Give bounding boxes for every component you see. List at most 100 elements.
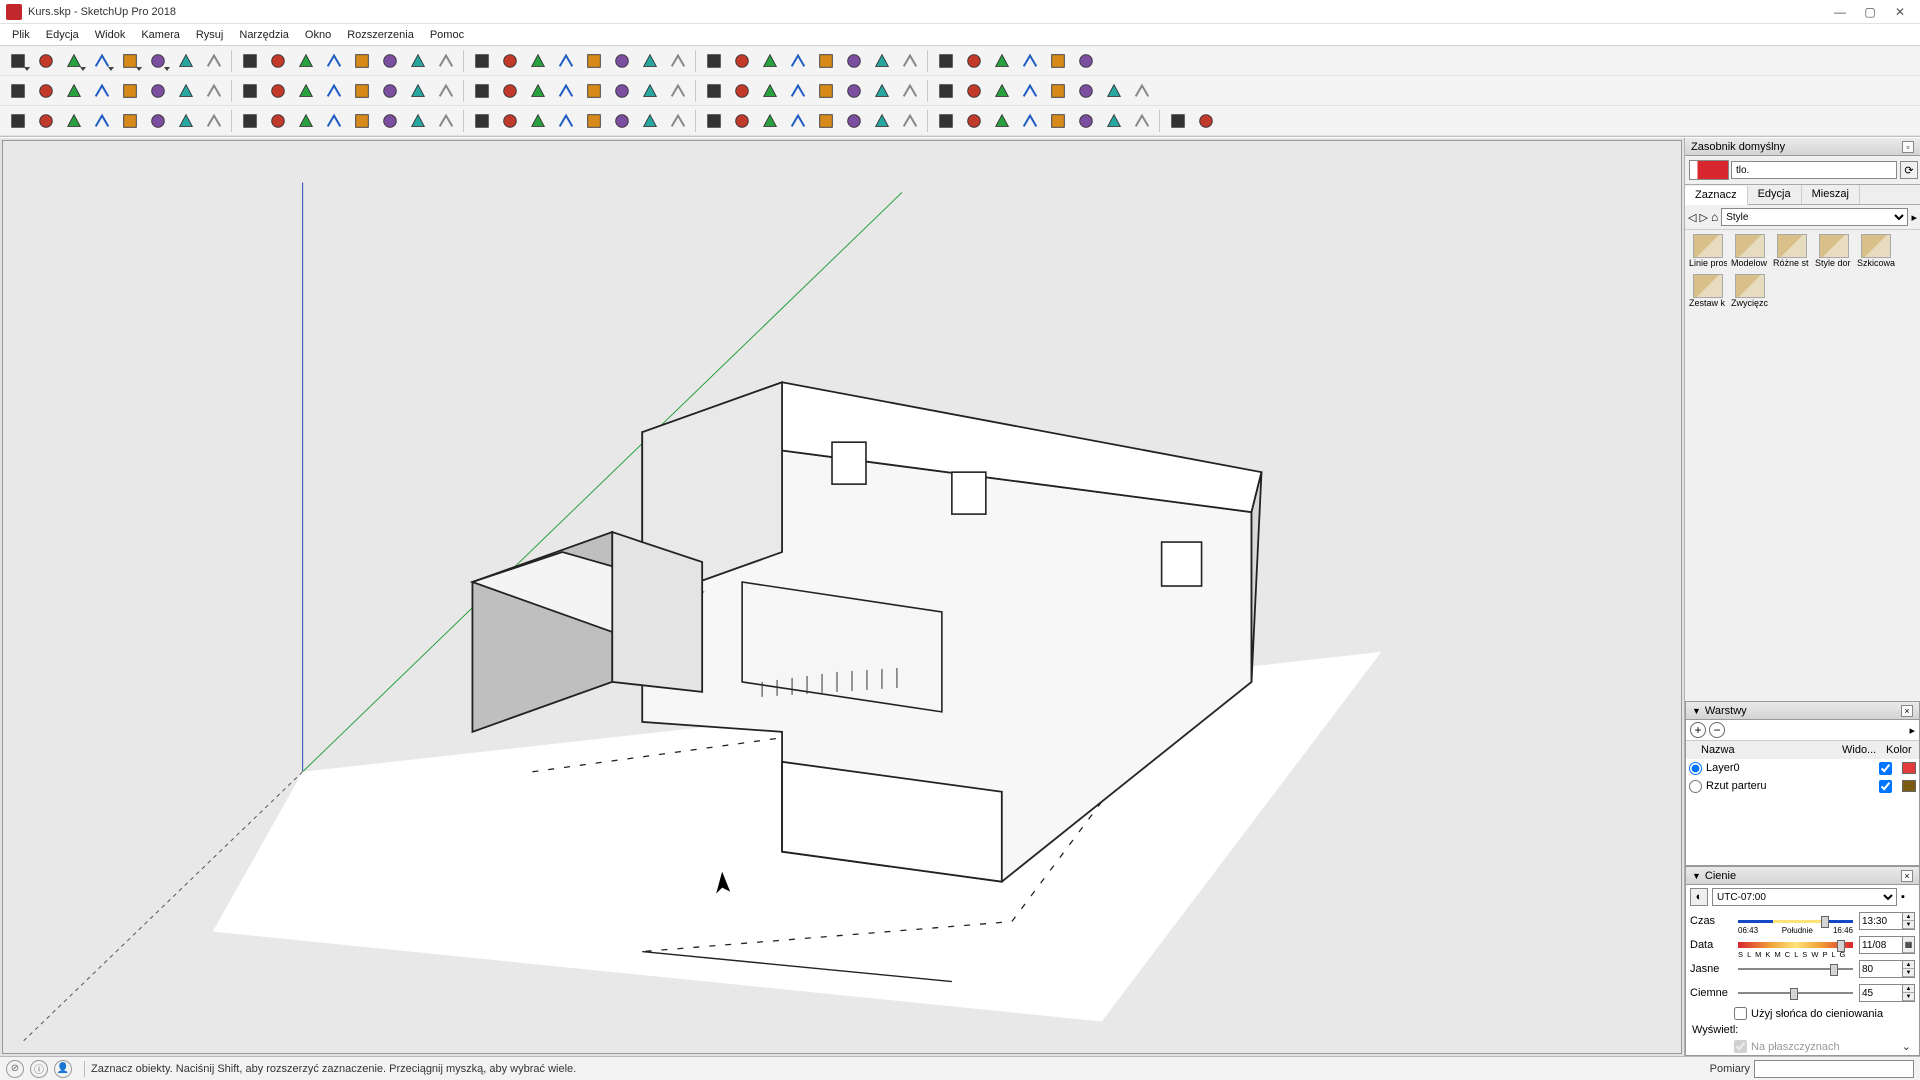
layer-visible-checkbox[interactable] [1879,780,1892,793]
toolbar-button[interactable] [497,78,523,104]
toolbar-button[interactable] [1073,78,1099,104]
toolbar-button[interactable] [145,78,171,104]
toolbar-button[interactable] [201,48,227,74]
toolbar-button[interactable] [469,78,495,104]
toolbar-button[interactable] [377,108,403,134]
col-color[interactable]: Kolor [1886,744,1916,756]
toolbar-button[interactable] [869,108,895,134]
style-thumb[interactable]: Zwycięzc [1731,274,1769,310]
light-slider[interactable] [1738,962,1853,976]
toolbar-button[interactable] [665,108,691,134]
toolbar-button[interactable] [785,108,811,134]
toolbar-button[interactable] [497,48,523,74]
toolbar-button[interactable] [349,108,375,134]
nav-fwd-icon[interactable]: ▷ [1699,211,1707,224]
light-value[interactable]: 80 [1859,960,1903,978]
toolbar-button[interactable] [89,108,115,134]
toolbar-button[interactable] [117,78,143,104]
toolbar-button[interactable] [581,108,607,134]
toolbar-button[interactable] [1017,78,1043,104]
toolbar-button[interactable] [869,78,895,104]
toolbar-button[interactable] [665,78,691,104]
toolbar-button[interactable] [321,108,347,134]
toolbar-button[interactable] [897,108,923,134]
toolbar-button[interactable] [497,108,523,134]
menu-plik[interactable]: Plik [4,27,38,43]
toolbar-button[interactable] [989,78,1015,104]
menu-rozszerzenia[interactable]: Rozszerzenia [339,27,422,43]
dark-spinner[interactable]: ▲▼ [1903,984,1915,1002]
toolbar-button[interactable] [609,78,635,104]
toolbar-button[interactable] [377,78,403,104]
toolbar-button[interactable] [33,48,59,74]
material-search-input[interactable] [1731,161,1897,179]
layer-visible-checkbox[interactable] [1879,762,1892,775]
user-status-icon[interactable]: 👤 [54,1060,72,1078]
toolbar-button[interactable] [933,48,959,74]
toolbar-button[interactable] [469,108,495,134]
toolbar-button[interactable] [581,48,607,74]
toolbar-button[interactable] [609,48,635,74]
layer-active-radio[interactable] [1689,762,1702,775]
toolbar-button[interactable] [525,108,551,134]
toolbar-button[interactable] [33,78,59,104]
toolbar-button[interactable] [237,108,263,134]
toolbar-button[interactable] [349,48,375,74]
style-category-select[interactable]: Style [1721,208,1908,226]
toolbar-button[interactable] [5,108,31,134]
measurements-input[interactable] [1754,1060,1914,1078]
tab-mix[interactable]: Mieszaj [1802,185,1860,204]
toolbar-button[interactable] [33,108,59,134]
tab-edit[interactable]: Edycja [1748,185,1802,204]
shadows-panel-header[interactable]: ▼Cienie × [1686,867,1919,885]
menu-okno[interactable]: Okno [297,27,339,43]
toolbar-button[interactable] [609,108,635,134]
toolbar-button[interactable] [1045,48,1071,74]
toolbar-button[interactable] [897,48,923,74]
toolbar-button[interactable] [553,108,579,134]
toolbar-button[interactable] [933,108,959,134]
toolbar-button[interactable] [757,48,783,74]
toolbar-button[interactable] [173,108,199,134]
toolbar-button[interactable] [469,48,495,74]
toolbar-button[interactable] [173,78,199,104]
layer-color-swatch[interactable] [1902,780,1916,792]
toolbar-button[interactable] [785,48,811,74]
close-button[interactable]: ✕ [1886,2,1914,22]
toolbar-button[interactable] [989,48,1015,74]
toolbar-button[interactable] [321,78,347,104]
toolbar-button[interactable] [61,108,87,134]
toolbar-button[interactable] [293,48,319,74]
shadow-toggle-icon[interactable]: ◐ [1690,888,1708,906]
toolbar-button[interactable] [729,78,755,104]
toolbar-button[interactable] [841,108,867,134]
toolbar-button[interactable] [553,48,579,74]
geo-status-icon[interactable]: ⊘ [6,1060,24,1078]
home-icon[interactable]: ⌂ [1711,210,1718,224]
toolbar-button[interactable] [349,78,375,104]
maximize-button[interactable]: ▢ [1856,2,1884,22]
shadow-menu-icon[interactable]: ▪ [1901,891,1915,903]
toolbar-button[interactable] [1073,48,1099,74]
toolbar-button[interactable] [377,48,403,74]
menu-rysuj[interactable]: Rysuj [188,27,232,43]
time-slider[interactable]: 06:43 Południe 16:46 [1738,914,1853,928]
layers-close-icon[interactable]: × [1901,705,1913,717]
toolbar-button[interactable] [5,78,31,104]
toolbar-button[interactable] [433,108,459,134]
toolbar-button[interactable] [701,108,727,134]
toolbar-button[interactable] [433,48,459,74]
credits-status-icon[interactable]: ⓘ [30,1060,48,1078]
toolbar-button[interactable] [321,48,347,74]
toolbar-button[interactable] [237,48,263,74]
toolbar-button[interactable] [841,78,867,104]
style-thumb[interactable]: Linie pros [1689,234,1727,270]
toolbar-button[interactable] [1101,78,1127,104]
time-spinner[interactable]: ▲▼ [1903,912,1915,930]
layers-panel-header[interactable]: ▼Warstwy × [1686,702,1919,720]
date-slider[interactable]: S L M K M C L S W P L G [1738,938,1853,952]
toolbar-button[interactable] [117,48,143,74]
toolbar-button[interactable] [813,48,839,74]
style-thumb[interactable]: Style dor [1815,234,1853,270]
toolbar-button[interactable] [637,108,663,134]
